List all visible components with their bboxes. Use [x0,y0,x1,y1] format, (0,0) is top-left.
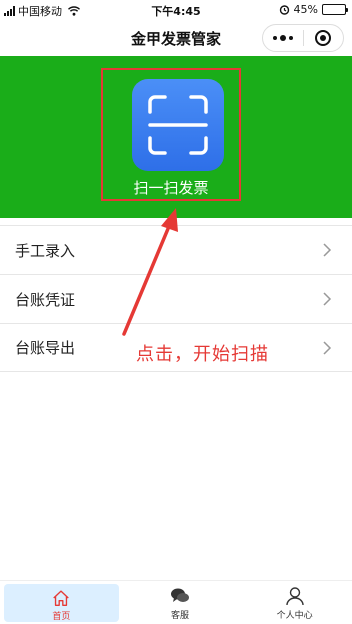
scan-button[interactable] [132,79,224,171]
tab-label: 客服 [171,611,190,621]
user-icon [285,587,304,606]
close-button[interactable] [303,25,343,51]
scan-icon [148,95,208,155]
more-dot-icon [288,36,293,40]
menu-item-label: 手工录入 [15,241,76,260]
scan-label[interactable]: 扫一扫发票 [103,177,239,198]
battery-percent: 45% [293,3,318,16]
tab-profile[interactable]: 个人中心 [237,581,352,624]
mini-program-capsule [262,24,344,52]
menu-item-manual-entry[interactable]: 手工录入 [0,225,352,274]
tab-label: 个人中心 [276,611,313,621]
tab-bar: 首页 客服 个人中心 [0,580,352,624]
scan-banner: 扫一扫发票 [0,56,352,218]
tab-customer-service[interactable]: 客服 [123,581,238,624]
status-right: 45% [279,3,348,16]
status-bar: 中国移动 下午4:45 45% [0,0,352,20]
battery-icon [322,4,348,15]
nav-bar: 金甲发票管家 [0,20,352,56]
more-dot-icon [272,36,277,40]
tab-home[interactable]: 首页 [4,584,119,622]
chevron-right-icon [323,292,332,306]
close-circle-icon [315,30,332,46]
more-menu-button[interactable] [263,25,303,51]
menu-item-label: 台账凭证 [15,290,76,309]
alarm-icon [279,5,289,15]
highlight-box: 扫一扫发票 [101,68,241,201]
menu-item-ledger-voucher[interactable]: 台账凭证 [0,274,352,323]
chat-icon [171,588,189,602]
menu-item-label: 台账导出 [15,339,76,357]
home-icon [53,590,70,606]
chevron-right-icon [323,341,332,355]
chevron-right-icon [323,243,332,257]
tab-label: 首页 [52,612,71,622]
more-dot-icon [279,35,286,41]
annotation-text: 点击，开始扫描 [136,344,269,365]
